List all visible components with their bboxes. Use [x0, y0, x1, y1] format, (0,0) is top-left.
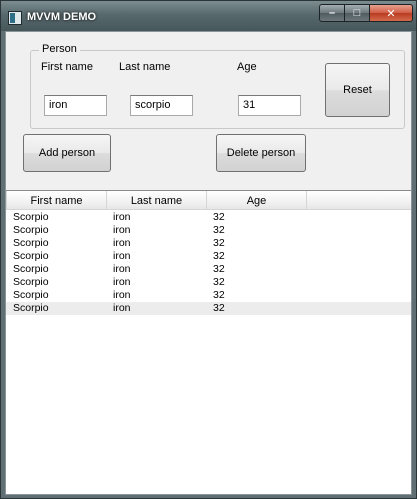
reset-button[interactable]: Reset: [325, 63, 390, 117]
window-title: MVVM DEMO: [27, 11, 97, 23]
add-person-button[interactable]: Add person: [23, 134, 111, 172]
client-area: Person First name Last name Age iron sco…: [5, 31, 412, 495]
row-age: 32: [213, 224, 225, 236]
row-age: 32: [213, 250, 225, 262]
row-first-name: Scorpio: [13, 224, 49, 236]
list-row[interactable]: Scorpio iron 32: [6, 276, 411, 289]
close-button[interactable]: ✕: [370, 4, 413, 22]
row-age: 32: [213, 211, 225, 223]
maximize-icon: □: [353, 7, 361, 19]
row-age: 32: [213, 302, 225, 314]
list-row[interactable]: Scorpio iron 32: [6, 250, 411, 263]
list-row[interactable]: Scorpio iron 32: [6, 211, 411, 224]
row-age: 32: [213, 289, 225, 301]
maximize-button[interactable]: □: [345, 4, 370, 22]
row-last-name: iron: [113, 263, 131, 275]
column-header-age[interactable]: Age: [207, 191, 307, 210]
row-first-name: Scorpio: [13, 237, 49, 249]
first-name-field[interactable]: iron: [44, 95, 107, 116]
age-field[interactable]: 31: [238, 95, 301, 116]
list-row[interactable]: Scorpio iron 32: [6, 237, 411, 250]
row-last-name: iron: [113, 237, 131, 249]
row-last-name: iron: [113, 276, 131, 288]
list-header: First name Last name Age: [6, 191, 411, 210]
row-last-name: iron: [113, 289, 131, 301]
row-first-name: Scorpio: [13, 263, 49, 275]
row-last-name: iron: [113, 250, 131, 262]
person-group-title: Person: [39, 43, 80, 55]
person-groupbox: Person First name Last name Age iron sco…: [30, 43, 405, 129]
column-header-first-name[interactable]: First name: [6, 191, 107, 210]
person-listview[interactable]: First name Last name Age Scorpio iron 32…: [6, 190, 411, 494]
app-window: MVVM DEMO – □ ✕ Person First name Last n…: [0, 0, 417, 499]
row-last-name: iron: [113, 211, 131, 223]
minimize-button[interactable]: –: [319, 4, 345, 22]
minimize-icon: –: [328, 7, 336, 19]
row-last-name: iron: [113, 302, 131, 314]
list-row-selected[interactable]: Scorpio iron 32: [6, 302, 411, 315]
list-row[interactable]: Scorpio iron 32: [6, 263, 411, 276]
reset-button-label: Reset: [343, 84, 372, 96]
title-bar[interactable]: MVVM DEMO – □ ✕: [1, 1, 416, 31]
add-person-label: Add person: [38, 147, 96, 159]
row-first-name: Scorpio: [13, 302, 49, 314]
row-age: 32: [213, 237, 225, 249]
row-first-name: Scorpio: [13, 289, 49, 301]
close-icon: ✕: [386, 7, 396, 20]
delete-person-button[interactable]: Delete person: [216, 134, 306, 172]
list-row[interactable]: Scorpio iron 32: [6, 289, 411, 302]
row-first-name: Scorpio: [13, 250, 49, 262]
column-header-last-name[interactable]: Last name: [107, 191, 207, 210]
row-first-name: Scorpio: [13, 276, 49, 288]
first-name-label: First name: [41, 61, 93, 73]
last-name-field[interactable]: scorpio: [130, 95, 193, 116]
row-last-name: iron: [113, 224, 131, 236]
age-label: Age: [237, 61, 257, 73]
last-name-label: Last name: [119, 61, 171, 73]
caption-buttons: – □ ✕: [319, 4, 413, 22]
row-age: 32: [213, 276, 225, 288]
column-header-filler: [307, 191, 411, 210]
app-icon[interactable]: [8, 11, 22, 25]
delete-person-label: Delete person: [226, 147, 296, 159]
list-row[interactable]: Scorpio iron 32: [6, 224, 411, 237]
row-age: 32: [213, 263, 225, 275]
row-first-name: Scorpio: [13, 211, 49, 223]
